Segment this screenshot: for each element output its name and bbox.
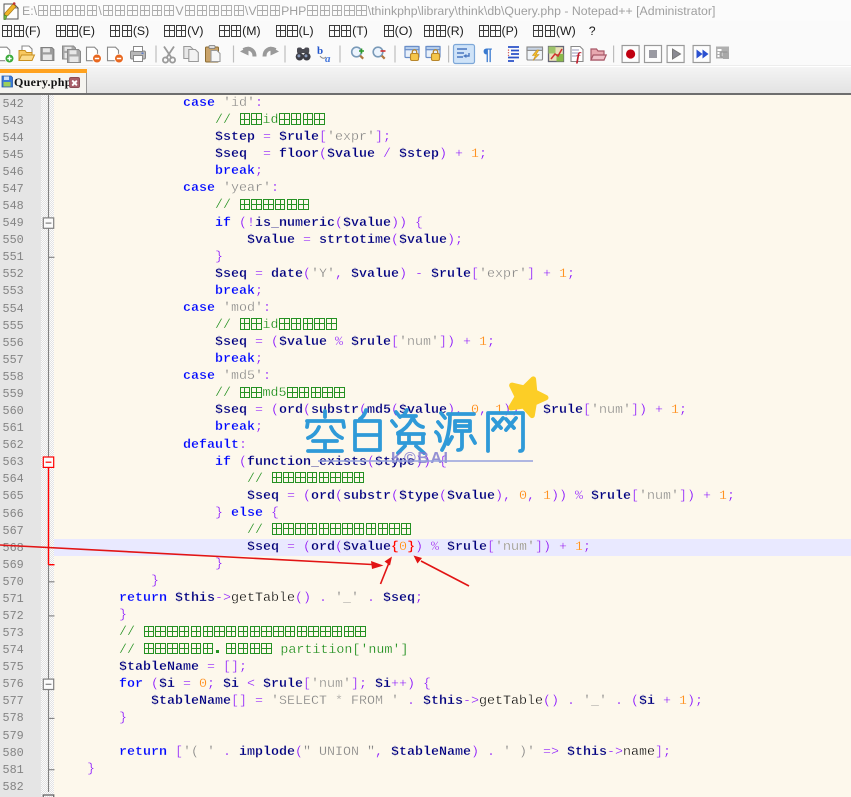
svg-text:¶: ¶ [483,45,492,64]
svg-text:b: b [317,45,323,57]
svg-text:a: a [325,53,331,65]
